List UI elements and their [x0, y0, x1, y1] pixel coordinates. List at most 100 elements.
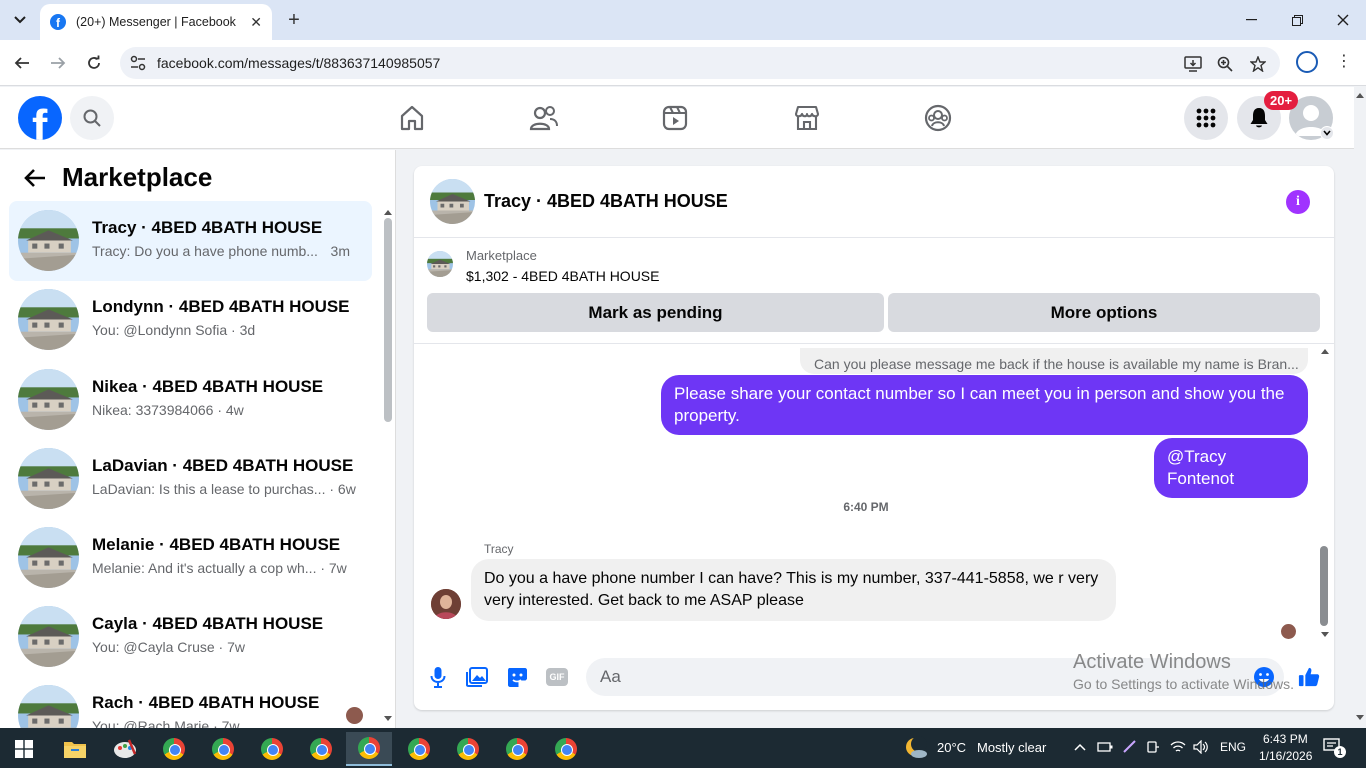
weather-desc[interactable]: Mostly clear: [977, 740, 1046, 755]
restore-button[interactable]: [1274, 0, 1320, 40]
conversation-item[interactable]: Melanie · 4BED 4BATH HOUSE Melanie: And i…: [9, 518, 372, 598]
voice-clip-button[interactable]: [427, 666, 449, 688]
listing-thumbnail[interactable]: [427, 251, 453, 277]
conversation-item[interactable]: Londynn · 4BED 4BATH HOUSE You: @Londynn …: [9, 280, 372, 360]
start-button[interactable]: [4, 732, 44, 766]
language-indicator[interactable]: ENG: [1220, 740, 1246, 754]
minimize-button[interactable]: [1228, 0, 1274, 40]
menu-button[interactable]: [1184, 96, 1228, 140]
sticker-button[interactable]: [506, 666, 528, 688]
watermark-line-2: Go to Settings to activate Windows.: [1073, 676, 1294, 692]
close-window-button[interactable]: [1320, 0, 1366, 40]
omnibox[interactable]: facebook.com/messages/t/883637140985057: [120, 47, 1280, 79]
wifi-icon[interactable]: [1170, 740, 1186, 754]
nav-friends[interactable]: [527, 101, 561, 135]
listing-price-title[interactable]: $1,302 - 4BED 4BATH HOUSE: [466, 268, 659, 284]
bookmark-star-icon[interactable]: [1249, 55, 1267, 73]
volume-icon[interactable]: [1193, 740, 1209, 754]
chrome-app-6[interactable]: [399, 732, 439, 766]
browser-tab[interactable]: f (20+) Messenger | Facebook ✕: [40, 4, 272, 40]
conversation-thumbnail: [18, 606, 79, 667]
folder-icon: [64, 742, 86, 758]
restore-icon: [1291, 14, 1303, 26]
conversation-item[interactable]: Rach · 4BED 4BATH HOUSE You: @Rach Marie …: [9, 676, 372, 728]
chrome-app-4[interactable]: [301, 732, 341, 766]
device-icon[interactable]: [1146, 740, 1160, 754]
activate-windows-watermark: Activate Windows Go to Settings to activ…: [1073, 651, 1294, 692]
more-options-button[interactable]: More options: [888, 293, 1320, 332]
chrome-app-2[interactable]: [203, 732, 243, 766]
thumbs-up-icon: [1298, 667, 1320, 687]
conversation-thumbnail: [18, 448, 79, 509]
conversation-thumbnail: [18, 210, 79, 271]
chrome-app-1[interactable]: [154, 732, 194, 766]
forward-button[interactable]: [46, 51, 70, 75]
gif-button[interactable]: GIF: [545, 666, 569, 688]
chat-scrollbar-thumb[interactable]: [1320, 546, 1328, 626]
install-app-icon[interactable]: [1184, 55, 1202, 73]
list-scrollbar-thumb[interactable]: [384, 218, 392, 422]
conversation-snippet: Tracy: Do you a have phone numb...: [92, 243, 318, 259]
site-settings-icon[interactable]: [130, 55, 146, 71]
search-button[interactable]: [70, 96, 114, 140]
conversation-item[interactable]: Tracy · 4BED 4BATH HOUSE Tracy: Do you a …: [9, 201, 372, 281]
mark-as-pending-button[interactable]: Mark as pending: [427, 293, 884, 332]
pen-icon[interactable]: [1122, 740, 1136, 754]
chevron-up-icon[interactable]: [1074, 743, 1086, 751]
sender-name: Tracy: [484, 542, 514, 556]
new-tab-button[interactable]: +: [282, 8, 306, 32]
close-tab-icon[interactable]: ✕: [250, 14, 262, 31]
chrome-app-9[interactable]: [546, 732, 586, 766]
paint-app[interactable]: [105, 732, 145, 766]
tab-search-button[interactable]: [6, 8, 34, 32]
page-scrollbar-arrows: [1356, 93, 1364, 720]
nav-gaming[interactable]: [921, 101, 955, 135]
panel-title: Marketplace: [62, 162, 213, 192]
chrome-app-7[interactable]: [448, 732, 488, 766]
video-icon: [662, 105, 688, 131]
outgoing-message: Please share your contact number so I ca…: [661, 375, 1308, 435]
clock-date[interactable]: 1/16/2026: [1259, 749, 1312, 763]
like-button[interactable]: [1298, 666, 1320, 688]
weather-moon-icon[interactable]: [904, 736, 928, 760]
weather-temp[interactable]: 20°C: [937, 740, 966, 755]
conversation-name: Melanie · 4BED 4BATH HOUSE: [92, 535, 341, 554]
browser-menu-icon[interactable]: ⋮: [1336, 51, 1352, 71]
clock-time[interactable]: 6:43 PM: [1263, 732, 1308, 746]
chat-listing-thumbnail[interactable]: [430, 179, 475, 224]
sender-avatar[interactable]: [431, 589, 461, 619]
conversation-time: 3m: [330, 243, 350, 259]
nav-home[interactable]: [395, 101, 429, 135]
browser-profile-icon[interactable]: [1296, 51, 1318, 73]
message-timestamp: 6:40 PM: [843, 500, 889, 514]
chrome-app-3[interactable]: [252, 732, 292, 766]
page-scrollbar[interactable]: [1354, 87, 1366, 728]
profile-photo: [431, 589, 461, 619]
battery-icon[interactable]: [1097, 741, 1113, 753]
watermark-line-1: Activate Windows: [1073, 651, 1231, 673]
conversation-item[interactable]: Cayla · 4BED 4BATH HOUSE You: @Cayla Crus…: [9, 597, 372, 677]
chat-panel: Tracy · 4BED 4BATH HOUSE i Marketplace $…: [414, 166, 1334, 710]
file-explorer-app[interactable]: [55, 732, 95, 766]
url-text[interactable]: facebook.com/messages/t/883637140985057: [157, 55, 440, 71]
conversation-thumbnail: [18, 685, 79, 728]
conversation-snippet: Melanie: And it's actually a cop wh... ·…: [92, 560, 347, 576]
back-button[interactable]: [10, 51, 34, 75]
nav-marketplace[interactable]: [790, 101, 824, 135]
windows-logo-icon: [15, 740, 33, 758]
account-caret-icon[interactable]: [1320, 126, 1334, 140]
back-arrow-icon[interactable]: [24, 168, 46, 188]
info-icon[interactable]: i: [1286, 190, 1310, 214]
notification-center-button[interactable]: 1: [1323, 738, 1346, 758]
chrome-icon: [310, 738, 332, 760]
chrome-app-active[interactable]: [346, 732, 392, 766]
conversation-item[interactable]: Nikea · 4BED 4BATH HOUSE Nikea: 337398406…: [9, 360, 372, 440]
chrome-app-8[interactable]: [497, 732, 537, 766]
attach-photo-button[interactable]: [466, 666, 488, 688]
reload-button[interactable]: [82, 51, 106, 75]
zoom-icon[interactable]: [1216, 55, 1234, 73]
conversation-item[interactable]: LaDavian · 4BED 4BATH HOUSE LaDavian: Is …: [9, 439, 372, 519]
facebook-logo[interactable]: f: [18, 96, 62, 140]
nav-video[interactable]: [658, 101, 692, 135]
chat-title[interactable]: Tracy · 4BED 4BATH HOUSE: [484, 191, 728, 212]
